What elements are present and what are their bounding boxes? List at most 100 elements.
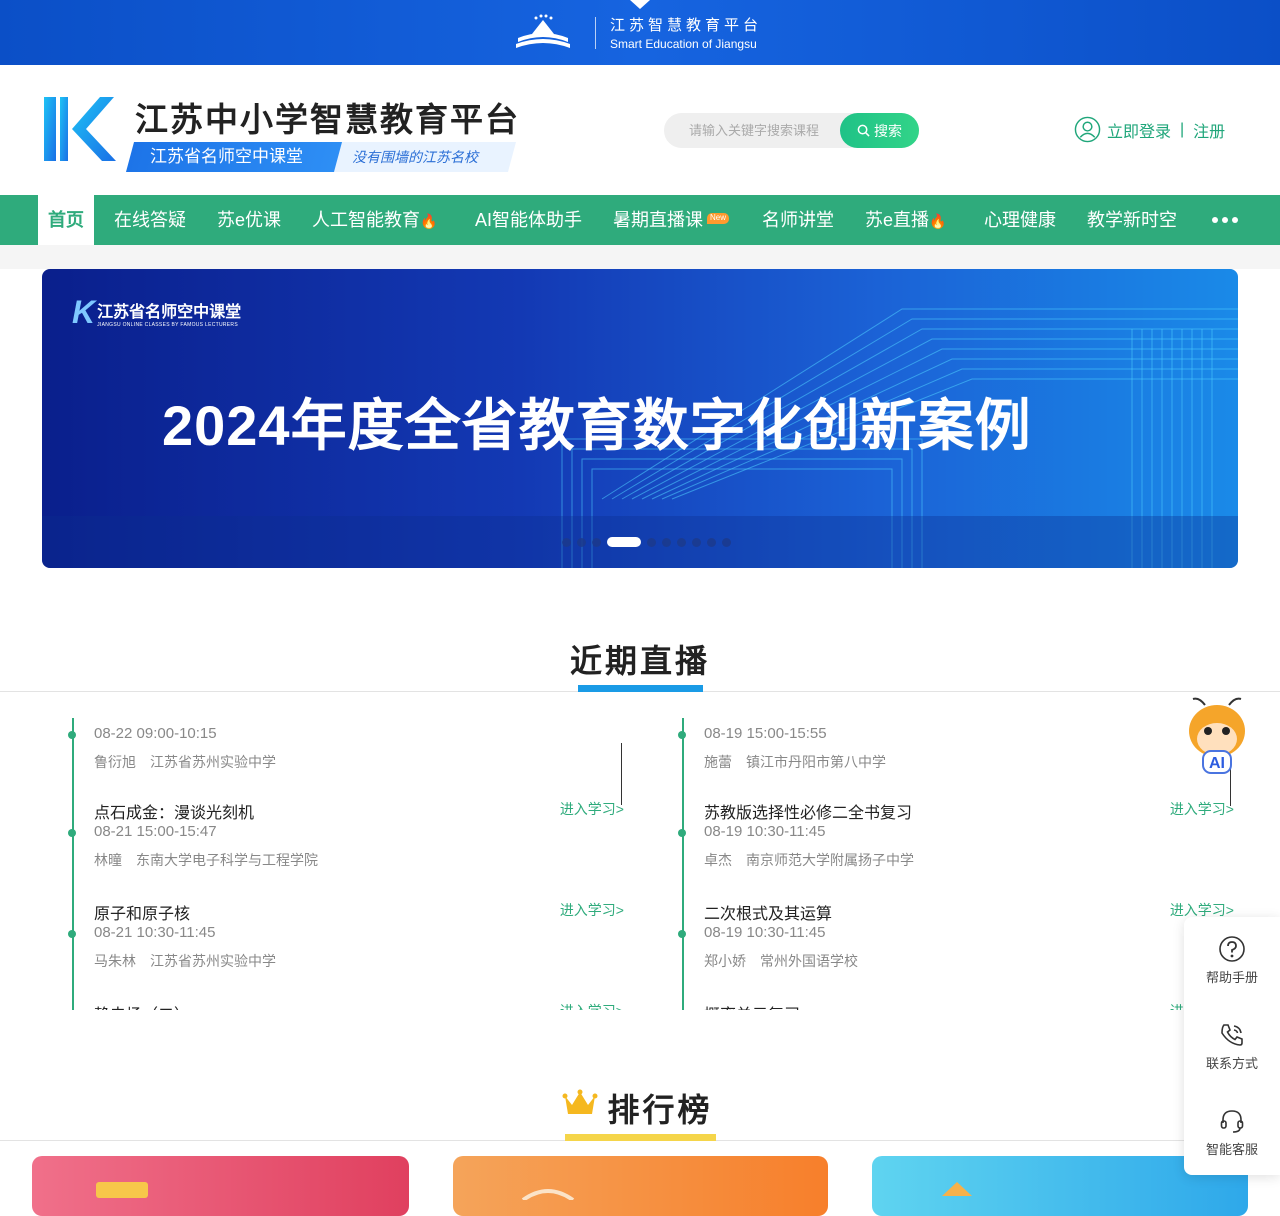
ai-service-button[interactable]: 智能客服 [1184,1089,1280,1175]
fire-icon: 🔥 [420,213,438,230]
nav-item-su-e-course[interactable]: 苏e优课 [217,195,281,245]
live-teacher: 郑小娇 常州外国语学校 [704,953,858,969]
live-title[interactable]: 概率单元复习 [704,1001,800,1010]
live-title[interactable]: 原子和原子核 [94,900,190,924]
live-time: 08-19 10:30-11:45 [704,823,826,840]
search-input[interactable] [664,113,840,148]
enter-study-link[interactable]: 进入学习> [560,799,624,819]
live-time: 08-21 10:30-11:45 [94,924,216,941]
login-area: 立即登录 | 注册 [1074,116,1225,143]
side-item-label: 帮助手册 [1205,970,1258,985]
platform-name-cn: 江苏智慧教育平台 [610,17,763,34]
scrollbar-left[interactable] [621,743,622,805]
top-divider [595,17,596,49]
help-manual-button[interactable]: 帮助手册 [1184,917,1280,1003]
ai-bee-mascot-icon[interactable]: AI [1185,695,1249,783]
search-box: 搜索 [664,113,919,148]
login-link[interactable]: 立即登录 [1107,118,1171,142]
live-list: 08-22 09:00-10:15 鲁衍旭 江苏省苏州实验中学 点石成金：漫谈光刻… [0,718,1280,1010]
site-title: 江苏中小学智慧教育平台 [135,101,520,138]
live-teacher: 施蕾 镇江市丹阳市第八中学 [704,754,886,770]
banner-brand-logo: K 江苏省名师空中课堂 JIANGSU ONLINE CLASSES BY FA… [72,294,241,331]
top-notch [630,0,650,9]
banner-logo-sub: JIANGSU ONLINE CLASSES BY FAMOUS LECTURE… [97,321,238,328]
nav-item-ai-education[interactable]: 人工智能教育🔥 [312,195,437,245]
banner-logo-title: 江苏省名师空中课堂 [97,303,242,321]
carousel-dot[interactable] [592,537,601,547]
phone-icon [1221,1024,1243,1046]
timeline-dot [68,731,76,739]
headset-icon [1220,1110,1244,1133]
contact-button[interactable]: 联系方式 [1184,1003,1280,1089]
k-brand-logo-icon[interactable] [42,97,118,161]
search-button-label: 搜索 [874,122,902,139]
carousel-dot[interactable] [707,537,716,547]
rank-card-1[interactable] [32,1156,409,1216]
side-item-label: 联系方式 [1205,1056,1258,1071]
register-link[interactable]: 注册 [1193,118,1225,142]
site-header: 江苏中小学智慧教育平台 江苏省名师空中课堂 没有围墙的江苏名校 搜索 立即登录 … [0,65,1280,195]
live-teacher: 马朱林 江苏省苏州实验中学 [94,953,276,969]
main-nav: 首页 在线答疑 苏e优课 人工智能教育🔥 AI智能体助手 暑期直播课 New 名师… [0,195,1280,245]
side-item-label: 智能客服 [1205,1142,1258,1157]
k-logo-icon: K [72,294,96,330]
live-title[interactable]: 静电场（二） [94,1001,190,1010]
enter-study-link[interactable]: 进入学习> [560,1001,624,1010]
search-icon [857,124,870,137]
nav-item-summer-live[interactable]: 暑期直播课 New [613,195,730,245]
rank-section-title: 排行榜 [607,1092,713,1128]
live-time: 08-22 09:00-10:15 [94,725,217,742]
carousel-dot-active[interactable] [607,537,641,547]
user-icon [1074,116,1101,143]
timeline-dot [678,930,686,938]
top-banner: 江苏智慧教育平台 Smart Education of Jiangsu [0,0,1280,65]
live-time: 08-21 15:00-15:47 [94,823,217,840]
live-time: 08-19 10:30-11:45 [704,924,826,941]
carousel-dot[interactable] [647,537,656,547]
svg-text:AI: AI [1209,755,1225,772]
live-title[interactable]: 苏教版选择性必修二全书复习 [704,799,912,823]
site-slogan: 没有围墙的江苏名校 [333,142,517,172]
carousel-dot[interactable] [677,537,686,547]
nav-item-master-lecture[interactable]: 名师讲堂 [762,195,834,245]
side-toolbar: 帮助手册 联系方式 智能客服 [1184,917,1280,1175]
live-title[interactable]: 二次根式及其运算 [704,900,832,924]
enter-study-link[interactable]: 进入学习> [560,900,624,920]
search-button[interactable]: 搜索 [840,113,919,148]
medal-icon [521,1189,575,1200]
nav-item-mental-health[interactable]: 心理健康 [984,195,1056,245]
live-section-title: 近期直播 [569,643,710,679]
live-title[interactable]: 点石成金：漫谈光刻机 [94,799,254,823]
more-dots-icon[interactable] [1212,195,1238,245]
nav-item-su-e-live[interactable]: 苏e直播🔥 [865,195,946,245]
carousel-dot[interactable] [692,537,701,547]
rank-card-2[interactable] [453,1156,828,1216]
live-title-underline [578,685,703,692]
jiangsu-education-logo-icon [516,14,570,48]
nav-item-online-qa[interactable]: 在线答疑 [114,195,186,245]
carousel-dot[interactable] [562,537,571,547]
nav-item-ai-assistant[interactable]: AI智能体助手 [475,195,582,245]
timeline-dot [678,829,686,837]
timeline-dot [678,731,686,739]
timeline-left [72,718,74,1010]
platform-name-en: Smart Education of Jiangsu [610,37,757,51]
crown-icon [562,1089,598,1114]
hero-banner[interactable]: K 江苏省名师空中课堂 JIANGSU ONLINE CLASSES BY FA… [42,269,1238,568]
site-subtitle: 江苏省名师空中课堂 [125,142,347,172]
timeline-dot [68,829,76,837]
carousel-dots [562,537,731,547]
trophy-icon [96,1182,148,1198]
banner-headline: 2024年度全省教育数字化创新案例 [162,394,1032,457]
timeline-right [682,718,684,1010]
nav-item-home[interactable]: 首页 [38,195,94,245]
nav-item-teaching-new-era[interactable]: 教学新时空 [1087,195,1177,245]
live-teacher: 林曈 东南大学电子科学与工程学院 [94,852,318,868]
enter-study-link[interactable]: 进入学习> [1170,799,1234,819]
carousel-dot[interactable] [722,537,731,547]
carousel-dot[interactable] [662,537,671,547]
live-teacher: 卓杰 南京师范大学附属扬子中学 [704,852,914,868]
new-badge: New [707,213,730,224]
carousel-dot[interactable] [577,537,586,547]
help-icon [1219,936,1245,962]
